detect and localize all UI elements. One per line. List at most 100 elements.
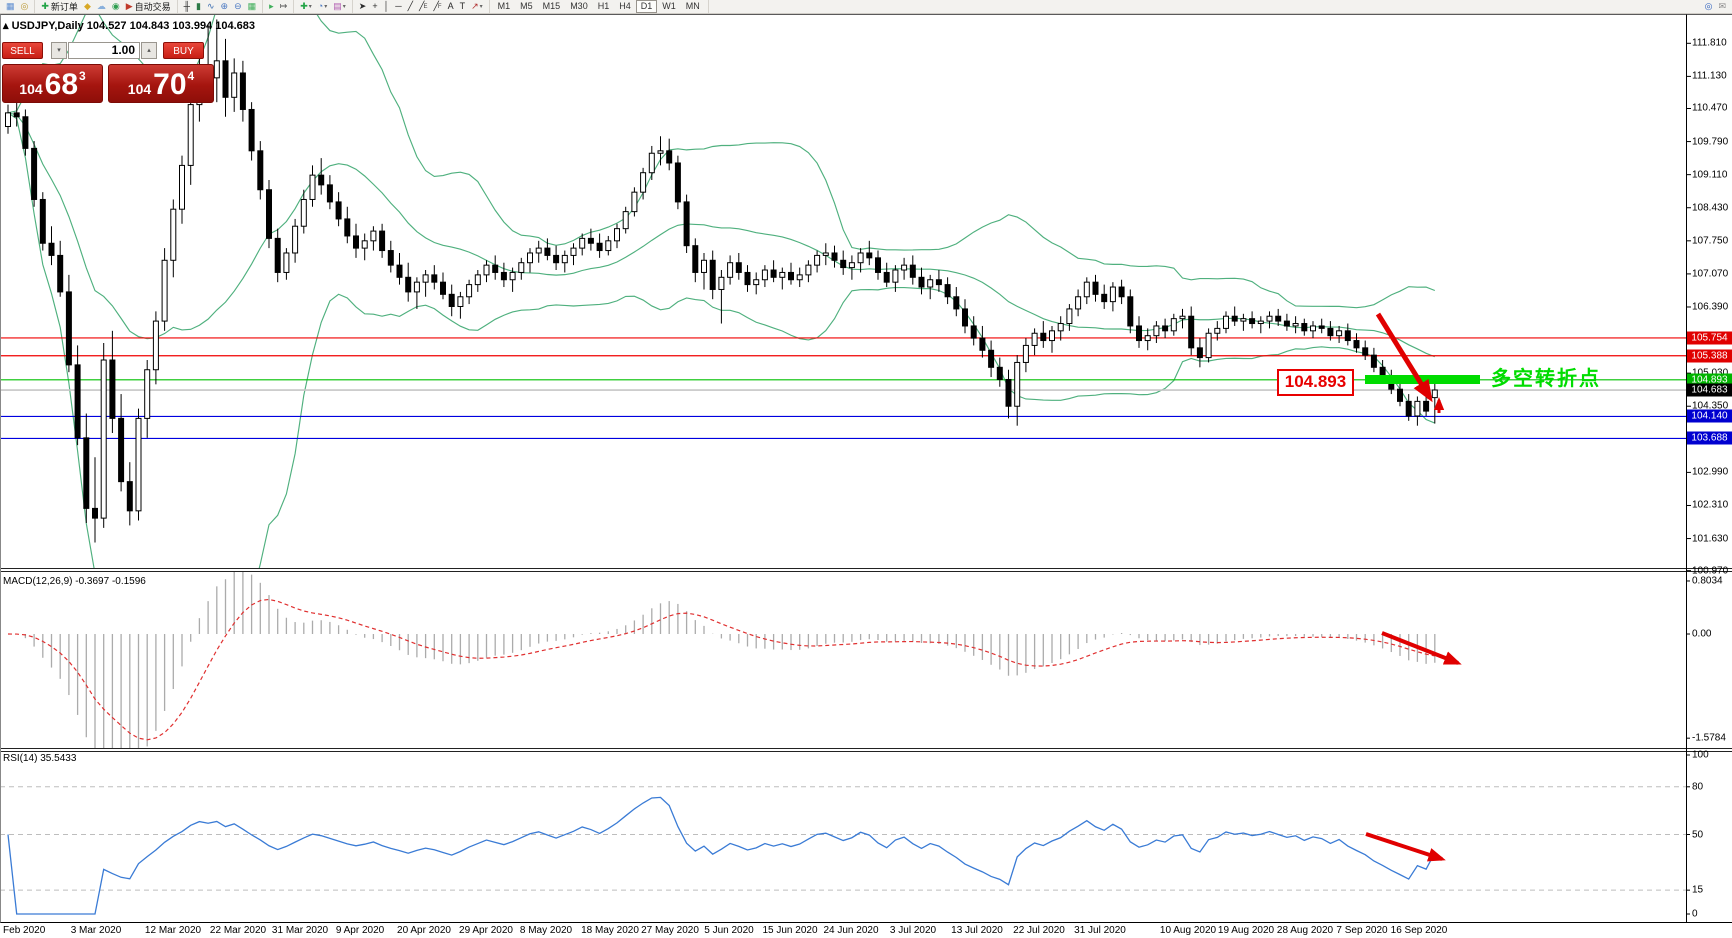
horizontal-line-icon[interactable]: ─ [392,0,404,13]
search-icon[interactable]: ◎ [1702,0,1716,13]
sell-price-panel[interactable]: 104 68 3 [2,64,103,103]
timeframe-m15[interactable]: M15 [538,0,566,13]
timeframe-m1[interactable]: M1 [493,0,516,13]
bar-chart-icon[interactable]: ╫ [181,0,193,13]
date-label: 12 Mar 2020 [145,925,201,936]
date-label: 8 May 2020 [520,925,572,936]
autotrading-button[interactable]: ▶自动交易 [123,0,174,13]
chart-window-icon[interactable]: ▦ [3,0,18,13]
chart-surface[interactable] [0,0,1732,938]
rsi-trend-arrow[interactable] [1366,834,1442,859]
price-tick-label: 107.070 [1692,268,1728,279]
price-tick-label: 108.430 [1692,202,1728,213]
rsi-axis-label: 80 [1692,781,1703,792]
print-preview-icon[interactable]: ◎ [18,0,32,13]
date-label: 31 Jul 2020 [1074,925,1126,936]
level-price-label: 105.388 [1687,349,1732,362]
price-tick-label: 111.130 [1692,71,1727,82]
sell-price-point: 3 [79,71,86,81]
gold-icon[interactable]: ◆ [81,0,94,13]
text-label-icon[interactable]: T [457,0,469,13]
vertical-line-icon[interactable]: │ [381,0,393,13]
date-label: 31 Mar 2020 [272,925,328,936]
trendline-icon[interactable]: ╱ [405,0,416,13]
chevron-down-icon: ▾ [343,3,346,10]
line-chart-icon[interactable]: ∿ [204,0,218,13]
price-tick-label: 109.110 [1692,169,1727,180]
rsi-axis-label: 100 [1692,750,1709,761]
chevron-down-icon: ▾ [324,3,327,10]
trade-widget-row: SELL ▾ 1.00 ▴ BUY [2,42,204,59]
buy-price-panel[interactable]: 104 70 4 [108,64,214,103]
candlestick-icon[interactable]: ▮ [193,0,204,13]
timeframe-m30[interactable]: M30 [565,0,593,13]
text-icon[interactable]: A [445,0,457,13]
cursor-icon[interactable]: ➤ [356,0,370,13]
timeframe-mn[interactable]: MN [681,0,705,13]
price-tick-label: 101.630 [1692,533,1728,544]
date-label: 3 Feb 2020 [0,925,45,936]
date-label: 27 May 2020 [641,925,699,936]
arrows-icon[interactable]: ↗▾ [468,0,486,13]
date-label: 24 Jun 2020 [823,925,878,936]
level-price-label: 104.140 [1687,410,1732,423]
date-label: 29 Apr 2020 [459,925,513,936]
equidistant-channel-icon[interactable]: ╱E [416,0,430,13]
buy-button[interactable]: BUY [163,42,204,59]
timeframe-d1[interactable]: D1 [636,0,658,13]
timeframe-m5[interactable]: M5 [515,0,538,13]
volume-input[interactable]: 1.00 [68,42,140,59]
signal-icon[interactable]: ◉ [109,0,123,13]
periods-clock-icon[interactable]: ◔▾ [315,0,330,13]
volume-decrease-button[interactable]: ▾ [51,42,67,59]
price-tick-label: 111.810 [1692,38,1727,49]
insert-group: ✚▾◔▾▤▾ [294,0,353,13]
new-order-button[interactable]: ✚新订单 [38,0,81,13]
buy-price-pips: 70 [153,71,186,99]
crosshair-icon[interactable]: + [369,0,380,13]
date-label: 3 Mar 2020 [71,925,122,936]
timeframe-w1[interactable]: W1 [657,0,681,13]
zoom-in-icon[interactable]: ⊕ [218,0,232,13]
timeframe-h4[interactable]: H4 [614,0,636,13]
time-axis: 3 Feb 20203 Mar 202012 Mar 202022 Mar 20… [0,923,1732,938]
current-price-label: 104.683 [1687,384,1732,397]
turning-point-label[interactable]: 多空转折点 [1491,362,1601,391]
date-label: 13 Jul 2020 [951,925,1003,936]
scroll-group: ▸↦ [263,0,294,13]
sell-button[interactable]: SELL [2,42,43,59]
new-order-button-label: 新订单 [51,0,78,13]
chevron-down-icon: ▾ [309,3,312,10]
macd-label: MACD(12,26,9) -0.3697 -0.1596 [3,576,146,587]
chat-icon[interactable]: ✉ [1715,0,1729,13]
date-label: 22 Jul 2020 [1013,925,1065,936]
zoom-out-icon[interactable]: ⊖ [231,0,245,13]
date-label: 3 Jul 2020 [890,925,936,936]
indicators-add-icon[interactable]: ✚▾ [297,0,315,13]
fibonacci-icon[interactable]: ╱F [430,0,444,13]
timeframe-h1[interactable]: H1 [593,0,615,13]
date-label: 28 Aug 2020 [1277,925,1333,936]
cloud-icon[interactable]: ☁ [94,0,109,13]
top-toolbar: ▦◎✚新订单◆☁◉▶自动交易╫▮∿⊕⊖▦▸↦✚▾◔▾▤▾➤+│─╱╱E╱FAT↗… [0,0,1732,14]
date-label: 20 Apr 2020 [397,925,451,936]
templates-chart-icon[interactable]: ▤▾ [330,0,349,13]
rsi-axis-label: 50 [1692,829,1703,840]
price-tick-label: 107.750 [1692,235,1728,246]
date-label: 19 Aug 2020 [1218,925,1274,936]
toolbar-right-group: ◎✉ [1699,0,1732,13]
price-callout-box[interactable]: 104.893 [1277,369,1354,396]
macd-axis-label: 0.8034 [1692,575,1723,586]
date-label: 7 Sep 2020 [1336,925,1387,936]
level-price-label: 105.754 [1687,331,1732,344]
macd-trend-arrow[interactable] [1382,633,1458,663]
chart-shift-icon[interactable]: ↦ [277,0,291,13]
sell-price-big-figure: 104 [19,79,42,99]
macd-axis-label: -1.5784 [1692,733,1726,744]
auto-scroll-icon[interactable]: ▸ [266,0,277,13]
volume-increase-button[interactable]: ▴ [141,42,157,59]
objects-group: ➤+│─╱╱E╱FAT↗▾ [353,0,490,13]
tile-windows-icon[interactable]: ▦ [245,0,260,13]
macd-axis-label: 0.00 [1692,629,1711,640]
quote-header: ▴ USDJPY,Daily 104.527 104.843 103.994 1… [3,19,255,32]
